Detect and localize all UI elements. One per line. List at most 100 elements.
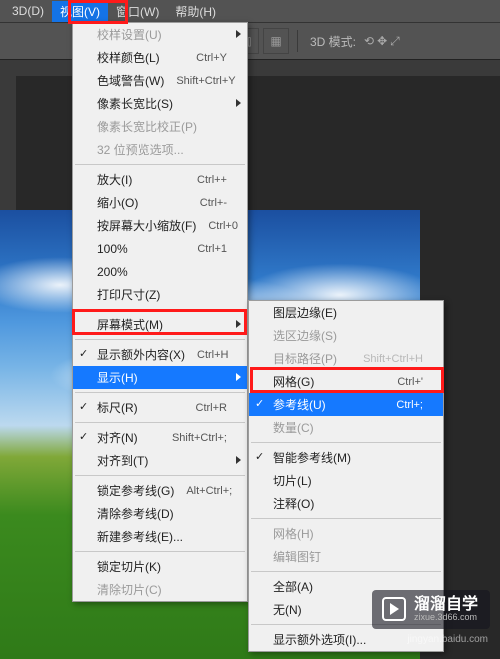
menu-item[interactable]: ✓ 显示额外内容(X) Ctrl+H <box>73 343 247 366</box>
menu-item[interactable]: 对齐到(T) <box>73 449 247 472</box>
menu-item-label: 标尺(R) <box>97 399 184 416</box>
menu-item-label: 放大(I) <box>97 171 185 188</box>
menu-item-label: 打印尺寸(Z) <box>97 286 227 303</box>
submenu-arrow-icon <box>236 320 241 328</box>
menu-item[interactable]: 屏幕模式(M) <box>73 313 247 336</box>
menu-item-label: 参考线(U) <box>273 396 384 413</box>
menu-item-label: 屏幕模式(M) <box>97 316 227 333</box>
view-menu-dropdown: 校样设置(U) 校样颜色(L)Ctrl+Y 色域警告(W) Shift+Ctrl+Y 像… <box>72 22 248 602</box>
menu-item[interactable]: 色域警告(W) Shift+Ctrl+Y <box>73 69 247 92</box>
menu-item[interactable]: 放大(I) Ctrl++ <box>73 168 247 191</box>
toolbar-icon-2[interactable]: ▦ <box>263 28 289 54</box>
menu-divider <box>251 442 441 443</box>
menu-item[interactable]: 200% <box>73 260 247 283</box>
menu-item-label: 图层边缘(E) <box>273 304 423 321</box>
menu-item-label: 注释(O) <box>273 495 423 512</box>
menu-item-label: 对齐到(T) <box>97 452 227 469</box>
menu-item-shortcut: Shift+Ctrl+Y <box>176 75 235 87</box>
menu-item-label: 网格(G) <box>273 373 385 390</box>
menu-item-label: 选区边缘(S) <box>273 327 423 344</box>
menu-item: 目标路径(P)Shift+Ctrl+H <box>249 347 443 370</box>
menu-item-shortcut: Ctrl+' <box>397 376 423 388</box>
menu-item[interactable]: ✓标尺(R)Ctrl+R <box>73 396 247 419</box>
watermark: 溜溜自学 zixue.3d66.com <box>372 590 490 629</box>
menu-item-shortcut: Shift+Ctrl+; <box>172 432 227 444</box>
watermark-title: 溜溜自学 <box>414 596 478 614</box>
menu-item-label: 清除切片(C) <box>97 581 227 598</box>
menu-item[interactable]: 缩小(O) Ctrl+- <box>73 191 247 214</box>
menu-item-label: 清除参考线(D) <box>97 505 227 522</box>
play-icon <box>382 597 406 621</box>
menu-item[interactable]: 切片(L) <box>249 469 443 492</box>
watermark-sub: zixue.3d66.com <box>414 613 478 623</box>
menu-item[interactable]: 按屏幕大小缩放(F) Ctrl+0 <box>73 214 247 237</box>
menu-item-label: 数量(C) <box>273 419 423 436</box>
menu-divider <box>75 164 245 165</box>
check-icon: ✓ <box>255 397 264 410</box>
menu-item[interactable]: ✓ 智能参考线(M) <box>249 446 443 469</box>
check-icon: ✓ <box>79 347 88 360</box>
menu-item-label: 100% <box>97 242 185 256</box>
credit-text: jingyan.baidu.com <box>407 634 488 645</box>
menu-item[interactable]: 像素长宽比(S) <box>73 92 247 115</box>
menu-item[interactable]: 锁定切片(K) <box>73 555 247 578</box>
menu-divider <box>75 475 245 476</box>
menu-item-shortcut: Shift+Ctrl+H <box>363 353 423 365</box>
menu-item-shortcut: Ctrl++ <box>197 174 227 186</box>
menu-item: 校样设置(U) <box>73 23 247 46</box>
mode-icon-pan[interactable]: ✥ <box>377 34 387 49</box>
check-icon: ✓ <box>79 430 88 443</box>
menu-item: 选区边缘(S) <box>249 324 443 347</box>
menubar-item[interactable]: 窗口(W) <box>108 1 167 22</box>
menu-item-shortcut: Ctrl+0 <box>208 220 238 232</box>
menu-item[interactable]: 网格(G) Ctrl+' <box>249 370 443 393</box>
menu-divider <box>251 571 441 572</box>
menu-item: 数量(C) <box>249 416 443 439</box>
menu-item[interactable]: 注释(O) <box>249 492 443 515</box>
mode-icon-zoom[interactable]: ⤢ <box>390 34 400 49</box>
menu-item-label: 200% <box>97 265 227 279</box>
menu-item-label: 按屏幕大小缩放(F) <box>97 217 196 234</box>
menu-item: 32 位预览选项... <box>73 138 247 161</box>
check-icon: ✓ <box>79 400 88 413</box>
menu-item-label: 32 位预览选项... <box>97 141 227 158</box>
menu-divider <box>75 392 245 393</box>
menu-item[interactable]: ✓ 对齐(N) Shift+Ctrl+; <box>73 426 247 449</box>
menu-item-label: 切片(L) <box>273 472 423 489</box>
menubar-item[interactable]: 帮助(H) <box>167 1 224 22</box>
check-icon: ✓ <box>255 450 264 463</box>
menu-item[interactable]: 校样颜色(L)Ctrl+Y <box>73 46 247 69</box>
menu-item-label: 对齐(N) <box>97 429 160 446</box>
menu-item-label: 缩小(O) <box>97 194 188 211</box>
menu-item-label: 校样设置(U) <box>97 26 227 43</box>
menu-item-label: 显示额外内容(X) <box>97 346 185 363</box>
menu-divider <box>75 309 245 310</box>
menubar-item[interactable]: 3D(D) <box>4 2 52 20</box>
submenu-arrow-icon <box>236 456 241 464</box>
menu-item-shortcut: Alt+Ctrl+; <box>186 485 232 497</box>
menubar-item[interactable]: 视图(V) <box>52 1 108 22</box>
menu-item-shortcut: Ctrl+1 <box>197 243 227 255</box>
mode-icon-orbit[interactable]: ⟲ <box>364 34 374 49</box>
submenu-arrow-icon <box>236 99 241 107</box>
menu-item[interactable]: 清除参考线(D) <box>73 502 247 525</box>
menu-item: 清除切片(C) <box>73 578 247 601</box>
menu-item-label: 显示额外选项(I)... <box>273 631 423 648</box>
menu-item[interactable]: 锁定参考线(G) Alt+Ctrl+; <box>73 479 247 502</box>
menu-item-label: 智能参考线(M) <box>273 449 423 466</box>
menu-divider <box>75 551 245 552</box>
menu-item-shortcut: Ctrl+Y <box>196 52 227 64</box>
menu-item-shortcut: Ctrl+- <box>200 197 227 209</box>
menu-item-label: 锁定参考线(G) <box>97 482 174 499</box>
menu-item[interactable]: 图层边缘(E) <box>249 301 443 324</box>
menu-item[interactable]: 显示(H) <box>73 366 247 389</box>
menu-divider <box>75 422 245 423</box>
menu-item-shortcut: Ctrl+; <box>396 399 423 411</box>
menu-item[interactable]: 打印尺寸(Z) <box>73 283 247 306</box>
menu-item-label: 锁定切片(K) <box>97 558 227 575</box>
menu-item[interactable]: 新建参考线(E)... <box>73 525 247 548</box>
menu-item[interactable]: 100% Ctrl+1 <box>73 237 247 260</box>
menu-item-shortcut: Ctrl+H <box>197 349 228 361</box>
menu-item[interactable]: ✓ 参考线(U) Ctrl+; <box>249 393 443 416</box>
menu-item-label: 色域警告(W) <box>97 72 164 89</box>
